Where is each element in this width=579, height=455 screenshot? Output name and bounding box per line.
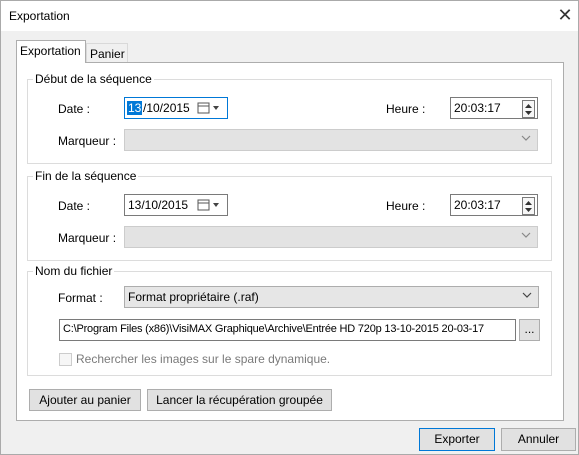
spare-search-checkbox[interactable] <box>59 353 72 366</box>
time-spinner-icon[interactable] <box>522 197 535 215</box>
tab-label: Exportation <box>20 44 81 58</box>
time-value: 20:03:17 <box>454 101 501 115</box>
file-path-input[interactable]: C:\Program Files (x86)\VisiMAX Graphique… <box>59 319 516 341</box>
format-label: Format : <box>58 291 103 305</box>
end-sequence-group: Fin de la séquence Date : 13/10/2015 Heu… <box>27 169 552 261</box>
group-title: Fin de la séquence <box>33 169 139 183</box>
tab-panier[interactable]: Panier <box>86 43 128 63</box>
start-date-picker[interactable]: 13 /10/2015 <box>124 97 228 119</box>
close-icon[interactable]: ✕ <box>555 4 575 26</box>
export-button[interactable]: Exporter <box>419 428 495 451</box>
start-batch-recovery-button[interactable]: Lancer la récupération groupée <box>147 389 332 411</box>
chevron-down-icon <box>521 232 531 238</box>
tab-panel-exportation: Début de la séquence Date : 13 /10/2015 … <box>16 62 564 421</box>
add-to-cart-button[interactable]: Ajouter au panier <box>29 389 141 411</box>
date-rest: /10/2015 <box>143 101 190 115</box>
group-title: Début de la séquence <box>33 72 154 86</box>
window-title: Exportation <box>9 9 70 23</box>
date-value: 13/10/2015 <box>128 198 189 212</box>
marker-label: Marqueur : <box>58 134 117 148</box>
file-path-value: C:\Program Files (x86)\VisiMAX Graphique… <box>63 323 484 335</box>
time-value: 20:03:17 <box>454 198 501 212</box>
calendar-dropdown-icon[interactable] <box>197 198 223 215</box>
date-day-selected: 13 <box>127 101 143 115</box>
start-time-field[interactable]: 20:03:17 <box>450 97 538 119</box>
format-value: Format propriétaire (.raf) <box>128 290 259 304</box>
tab-exportation[interactable]: Exportation <box>16 40 86 63</box>
calendar-dropdown-icon[interactable] <box>197 101 223 118</box>
tab-label: Panier <box>90 47 125 61</box>
format-select[interactable]: Format propriétaire (.raf) <box>124 286 539 308</box>
browse-button[interactable]: ... <box>519 319 540 341</box>
end-date-picker[interactable]: 13/10/2015 <box>124 194 228 216</box>
start-sequence-group: Début de la séquence Date : 13 /10/2015 … <box>27 72 552 164</box>
group-title: Nom du fichier <box>33 264 115 278</box>
date-label: Date : <box>58 102 91 116</box>
end-marker-select[interactable] <box>124 226 538 248</box>
chevron-down-icon <box>521 135 531 141</box>
chevron-down-icon <box>522 292 532 298</box>
title-bar: Exportation ✕ <box>1 1 578 31</box>
file-name-group: Nom du fichier Format : Format propriéta… <box>27 264 552 376</box>
marker-label: Marqueur : <box>58 231 117 245</box>
cancel-button[interactable]: Annuler <box>501 428 576 451</box>
export-dialog: Exportation ✕ Exportation Panier Début d… <box>0 0 579 455</box>
date-label: Date : <box>58 199 91 213</box>
time-spinner-icon[interactable] <box>522 100 535 118</box>
time-label: Heure : <box>386 199 426 213</box>
time-label: Heure : <box>386 102 426 116</box>
end-time-field[interactable]: 20:03:17 <box>450 194 538 216</box>
start-marker-select[interactable] <box>124 129 538 151</box>
checkbox-label: Rechercher les images sur le spare dynam… <box>76 352 331 366</box>
